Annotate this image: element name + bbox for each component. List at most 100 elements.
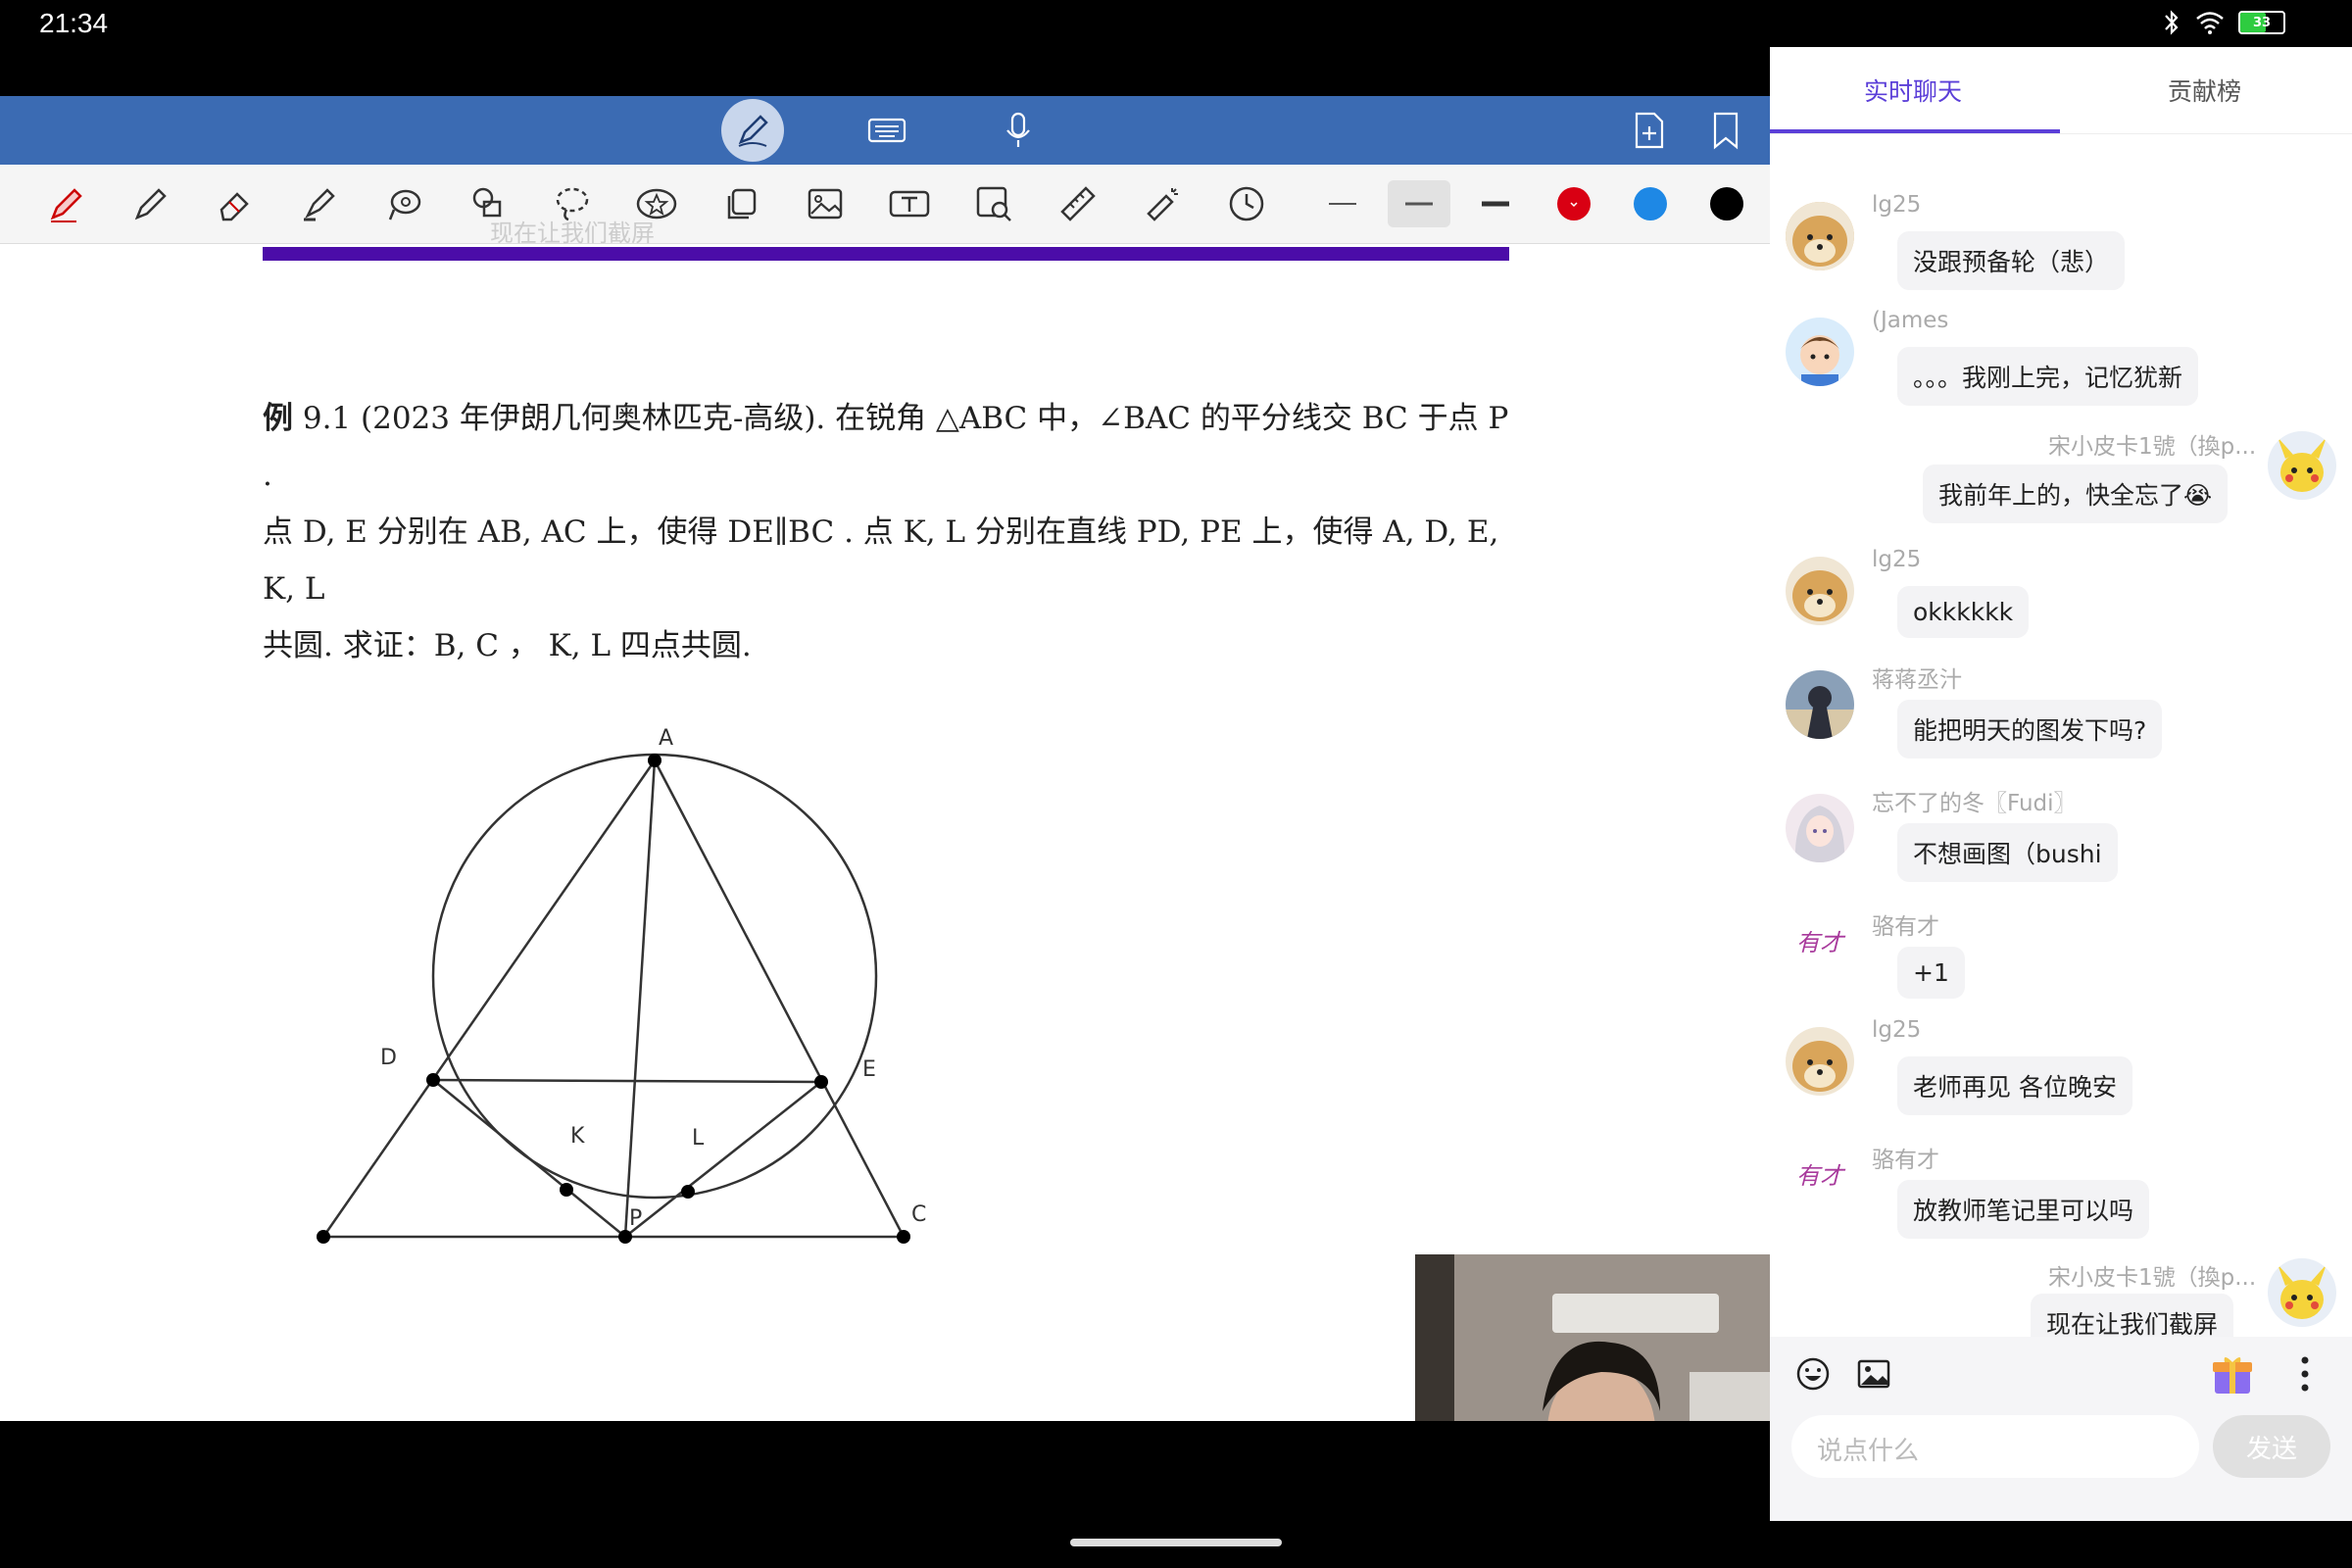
message-bubble[interactable]: +1 bbox=[1897, 947, 1965, 999]
pikachu-avatar-icon bbox=[2268, 431, 2336, 500]
avatar[interactable]: 有才 bbox=[1786, 1139, 1854, 1207]
medium-line-icon bbox=[1405, 202, 1433, 206]
add-page-icon bbox=[1635, 112, 1664, 149]
message-bubble[interactable]: 。。。我刚上完，记忆犹新 bbox=[1897, 347, 2199, 406]
send-button[interactable]: 发送 bbox=[2213, 1415, 2330, 1478]
avatar[interactable]: 有才 bbox=[1786, 906, 1854, 974]
wifi-icon bbox=[2196, 12, 2224, 34]
clock-icon bbox=[1229, 186, 1264, 221]
more-vertical-icon bbox=[2301, 1356, 2309, 1392]
whiteboard[interactable]: 现在让我们截屏 例 9.1 (2023 年伊朗几何奥林匹克-高级). 在锐角 △… bbox=[0, 96, 1770, 1421]
image-search-icon bbox=[976, 186, 1011, 221]
medium-stroke-option[interactable] bbox=[1388, 180, 1450, 227]
ghost-text: 现在让我们截屏 bbox=[490, 220, 655, 247]
sender-name: (James bbox=[1872, 308, 1949, 333]
keyboard-icon bbox=[867, 118, 906, 143]
segment-DE bbox=[432, 1078, 822, 1084]
red-swatch-icon bbox=[1557, 187, 1591, 220]
laser-tool[interactable] bbox=[1139, 180, 1186, 227]
blue-swatch-icon bbox=[1634, 187, 1667, 220]
thin-stroke-option[interactable] bbox=[1319, 180, 1366, 227]
tab-live-chat[interactable]: 实时聊天 bbox=[1864, 73, 1962, 108]
calligraphy-avatar-icon: 有才 bbox=[1796, 1161, 1843, 1190]
avatar[interactable] bbox=[2268, 1258, 2336, 1327]
pen-tool[interactable] bbox=[43, 180, 90, 227]
point-E bbox=[814, 1075, 828, 1089]
lasso-shape-tool[interactable] bbox=[380, 180, 427, 227]
point-B bbox=[317, 1230, 330, 1244]
image-search-tool[interactable] bbox=[970, 180, 1017, 227]
anime-avatar-icon bbox=[1786, 670, 1854, 739]
segment-AC bbox=[653, 760, 906, 1238]
add-page-button[interactable] bbox=[1623, 104, 1676, 157]
geometry-figure: A D E K L P C bbox=[317, 726, 926, 1244]
text-tool[interactable] bbox=[886, 180, 933, 227]
sender-name: 骆有才 bbox=[1872, 914, 1939, 940]
color-red-option[interactable] bbox=[1550, 180, 1597, 227]
pen-icon bbox=[738, 115, 768, 147]
teacher-video[interactable] bbox=[1415, 1254, 1770, 1421]
doge-avatar-icon bbox=[1786, 1027, 1854, 1096]
black-swatch-icon bbox=[1710, 187, 1743, 220]
color-blue-option[interactable] bbox=[1627, 180, 1674, 227]
emoji-icon bbox=[1796, 1357, 1830, 1391]
avatar[interactable] bbox=[1786, 557, 1854, 625]
message-bubble[interactable]: 不想画图（bushi bbox=[1897, 823, 2118, 882]
highlighter-tool[interactable] bbox=[296, 180, 343, 227]
message-bubble[interactable]: 放教师笔记里可以吗 bbox=[1897, 1180, 2150, 1239]
eraser-icon bbox=[220, 192, 249, 221]
history-tool[interactable] bbox=[1223, 180, 1270, 227]
image-upload-button[interactable] bbox=[1856, 1356, 1891, 1396]
sender-name: 宋小皮卡1號（換p... bbox=[2048, 434, 2257, 460]
image-icon bbox=[1857, 1359, 1890, 1389]
message-bubble[interactable]: okkkkkk bbox=[1897, 586, 2030, 638]
avatar[interactable] bbox=[2268, 431, 2336, 500]
laser-pointer-icon bbox=[1147, 188, 1178, 221]
chat-input[interactable]: 说点什么 bbox=[1791, 1415, 2199, 1478]
calligraphy-avatar-icon: 有才 bbox=[1796, 928, 1843, 956]
pen-mode-button[interactable] bbox=[721, 99, 784, 162]
message-bubble[interactable]: 能把明天的图发下吗? bbox=[1897, 700, 2163, 759]
label-K: K bbox=[570, 1124, 585, 1149]
ruler-tool[interactable] bbox=[1054, 180, 1102, 227]
eraser-tool[interactable] bbox=[212, 180, 259, 227]
copy-tool[interactable] bbox=[717, 180, 764, 227]
microphone-icon bbox=[1006, 112, 1030, 147]
microphone-button[interactable] bbox=[992, 104, 1045, 157]
segment-AB bbox=[321, 760, 657, 1238]
keyboard-button[interactable] bbox=[860, 104, 913, 157]
sender-name: lg25 bbox=[1872, 192, 1922, 218]
avatar[interactable] bbox=[1786, 794, 1854, 862]
message-bubble[interactable]: 没跟预备轮（悲） bbox=[1897, 231, 2126, 290]
tab-leaderboard[interactable]: 贡献榜 bbox=[2168, 73, 2241, 108]
image-tool[interactable] bbox=[802, 180, 849, 227]
message-bubble[interactable]: 老师再见 各位晚安 bbox=[1897, 1056, 2132, 1115]
color-black-option[interactable] bbox=[1703, 180, 1750, 227]
drawing-toolbar bbox=[0, 165, 1770, 244]
avatar[interactable] bbox=[1786, 318, 1854, 386]
problem-line-1: 例 9.1 (2023 年伊朗几何奥林匹克-高级). 在锐角 △ABC 中，∠B… bbox=[263, 390, 1517, 504]
message-bubble[interactable]: 我前年上的，快全忘了😭 bbox=[1923, 465, 2229, 523]
sender-name: 宋小皮卡1號（換p... bbox=[2048, 1265, 2257, 1291]
copy-icon bbox=[727, 188, 757, 220]
gift-button[interactable] bbox=[2209, 1350, 2256, 1401]
sender-name: 骆有才 bbox=[1872, 1148, 1939, 1173]
active-tab-indicator bbox=[1770, 129, 2060, 133]
thick-stroke-option[interactable] bbox=[1472, 180, 1519, 227]
home-indicator[interactable] bbox=[1070, 1539, 1282, 1546]
sender-name: lg25 bbox=[1872, 547, 1922, 572]
pencil-tool[interactable] bbox=[127, 180, 174, 227]
pencil-icon bbox=[134, 188, 167, 220]
video-frame-image bbox=[1415, 1254, 1770, 1421]
bluetooth-icon bbox=[2165, 10, 2179, 35]
more-options-button[interactable] bbox=[2299, 1354, 2311, 1397]
label-E: E bbox=[862, 1057, 876, 1082]
avatar[interactable] bbox=[1786, 670, 1854, 739]
label-A: A bbox=[659, 726, 673, 751]
avatar[interactable] bbox=[1786, 1027, 1854, 1096]
bookmark-button[interactable] bbox=[1699, 104, 1752, 157]
circumcircle bbox=[431, 753, 878, 1200]
girl-avatar-icon bbox=[1786, 794, 1854, 862]
emoji-button[interactable] bbox=[1795, 1356, 1831, 1396]
avatar[interactable] bbox=[1786, 202, 1854, 270]
